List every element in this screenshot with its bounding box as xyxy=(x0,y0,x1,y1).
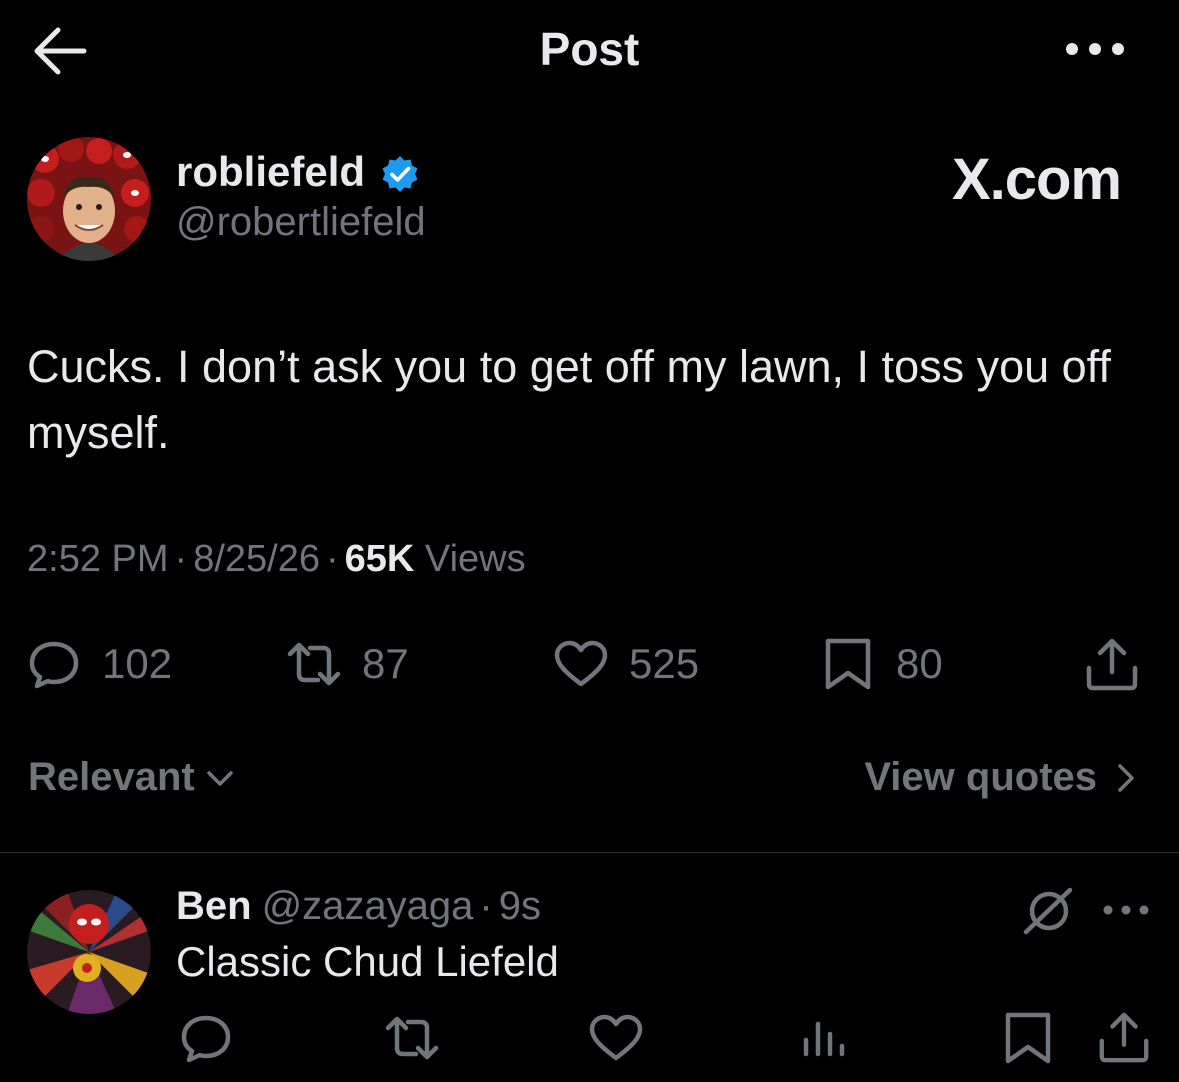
chevron-right-icon xyxy=(1118,763,1134,792)
grok-button[interactable] xyxy=(1020,884,1076,940)
reply-icon xyxy=(29,641,79,689)
like-button[interactable]: 525 xyxy=(553,634,699,694)
sort-replies-dropdown[interactable]: Relevant xyxy=(28,755,235,800)
reply-button[interactable]: 102 xyxy=(26,634,172,694)
grok-icon xyxy=(1023,887,1073,935)
page-title: Post xyxy=(539,23,640,75)
meta-separator: · xyxy=(174,538,188,580)
meta-separator: · xyxy=(479,884,493,928)
reply-header: Ben @zazayaga · 9s xyxy=(176,884,541,929)
author-name[interactable]: robliefeld xyxy=(176,148,365,196)
share-button[interactable] xyxy=(1083,636,1141,694)
view-quotes-label: View quotes xyxy=(864,755,1097,799)
repost-count: 87 xyxy=(362,640,409,687)
meta-separator: · xyxy=(325,538,339,580)
reply-time: 9s xyxy=(498,884,541,928)
reply-count: 102 xyxy=(102,640,173,687)
views-count[interactable]: 65K xyxy=(345,538,415,580)
post-meta: 2:52 PM · 8/25/26 · 65K Views xyxy=(27,538,526,581)
bookmark-count: 80 xyxy=(896,640,943,687)
reply-text: Classic Chud Liefeld xyxy=(176,938,559,985)
avatar-image xyxy=(27,890,151,1014)
views-icon xyxy=(803,1021,845,1057)
reply-author-name[interactable]: Ben xyxy=(176,884,252,928)
reply-repost-button[interactable] xyxy=(384,1010,440,1066)
heart-icon xyxy=(589,1014,643,1061)
verified-badge-icon xyxy=(380,154,420,194)
bookmark-icon xyxy=(825,638,871,690)
reply-bookmark-button[interactable] xyxy=(1000,1010,1056,1066)
reply-like-button[interactable] xyxy=(588,1010,644,1066)
watermark: X.com xyxy=(951,147,1122,212)
ellipsis-icon xyxy=(1066,43,1124,55)
post-time: 2:52 PM xyxy=(27,538,169,580)
like-count: 525 xyxy=(629,640,700,687)
post-text: Cucks. I don’t ask you to get off my law… xyxy=(27,341,1111,458)
author-avatar[interactable] xyxy=(27,137,151,261)
heart-icon xyxy=(554,640,608,687)
reply-more-button[interactable] xyxy=(1100,898,1152,922)
repost-icon xyxy=(385,1016,439,1060)
bookmark-button[interactable]: 80 xyxy=(820,634,943,694)
reply-reply-button[interactable] xyxy=(178,1010,234,1066)
reply-icon xyxy=(181,1015,231,1063)
sort-label: Relevant xyxy=(28,755,195,799)
repost-button[interactable]: 87 xyxy=(286,634,409,694)
avatar-image xyxy=(27,137,151,261)
reply-share-button[interactable] xyxy=(1096,1010,1152,1066)
chevron-down-icon xyxy=(207,770,233,786)
view-quotes-link[interactable]: View quotes xyxy=(864,755,1141,800)
author-handle[interactable]: @robertliefeld xyxy=(176,200,426,245)
share-icon xyxy=(1099,1012,1149,1063)
views-label: Views xyxy=(424,538,526,580)
bookmark-icon xyxy=(1005,1012,1051,1064)
more-options-button[interactable] xyxy=(1060,32,1130,66)
post-date: 8/25/26 xyxy=(193,538,320,580)
reply-author-handle[interactable]: @zazayaga xyxy=(252,884,474,928)
ellipsis-icon xyxy=(1103,905,1149,915)
reply-views-button[interactable] xyxy=(796,1010,852,1066)
share-icon xyxy=(1086,638,1138,691)
divider xyxy=(0,852,1179,853)
reply-author-avatar[interactable] xyxy=(27,890,151,1014)
repost-icon xyxy=(287,642,341,686)
